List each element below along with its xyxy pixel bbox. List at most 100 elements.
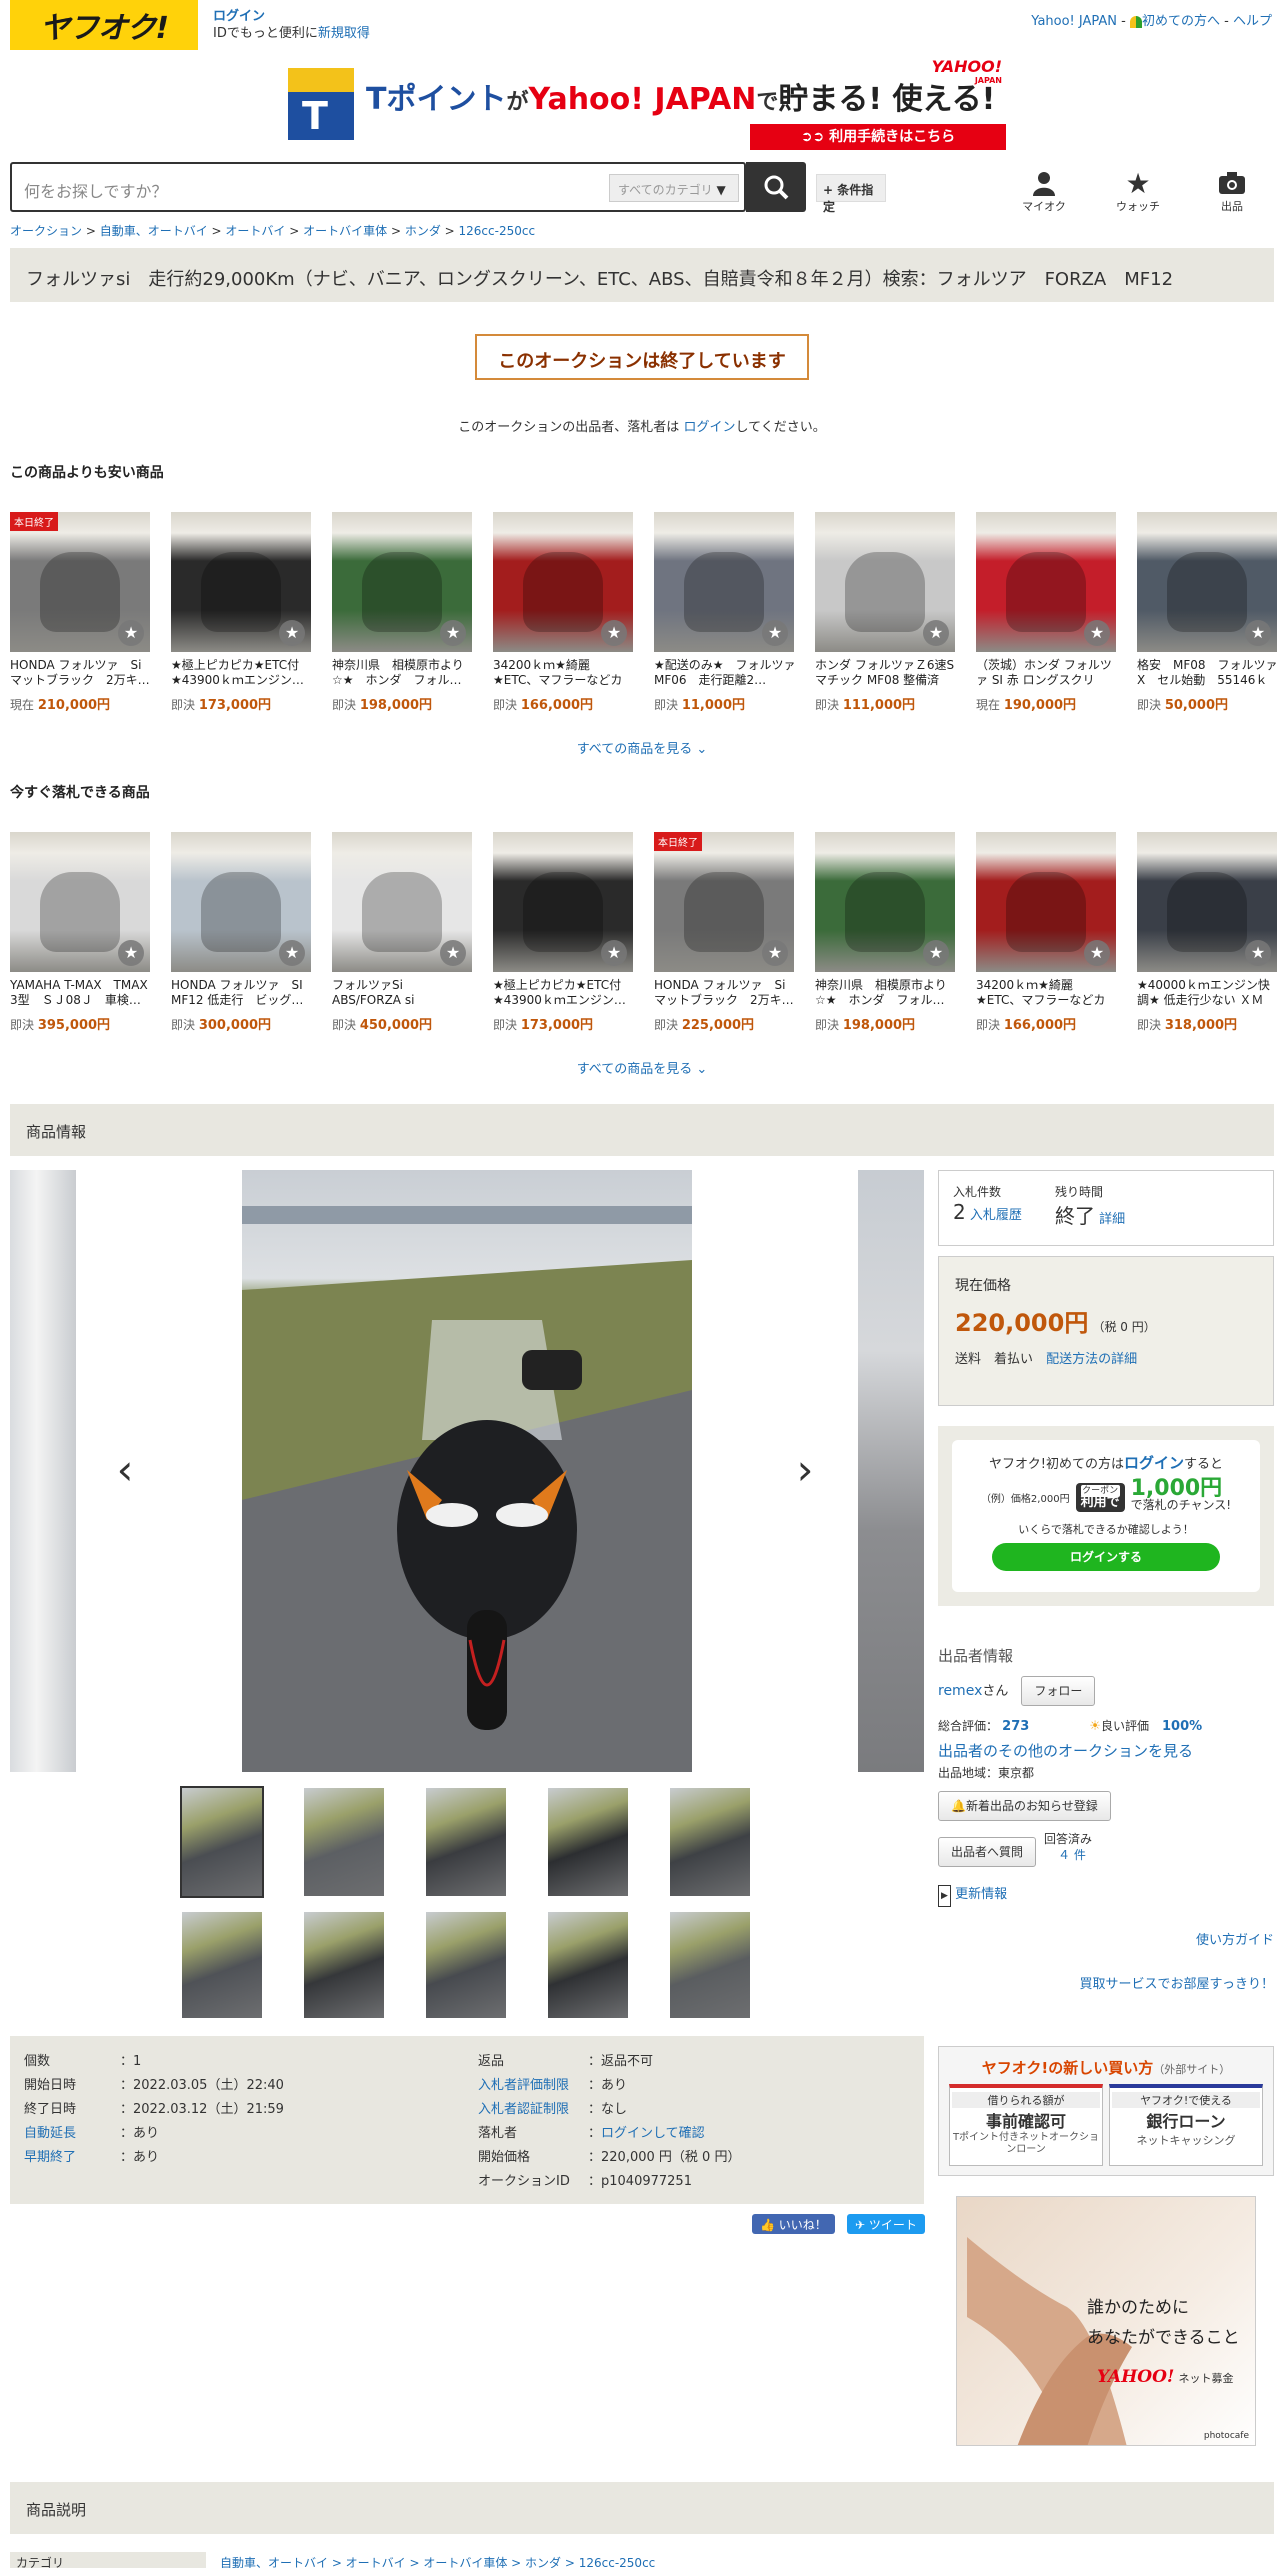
watch-star-icon[interactable]: ★ <box>923 940 949 966</box>
product-card[interactable]: ★ YAMAHA T-MAX TMAX 3型 ＳＪ08Ｊ 車検… 即決 395,00… <box>10 832 152 1033</box>
gallery-thumbnail[interactable] <box>180 1786 264 1898</box>
product-card[interactable]: ★ ★40000ｋｍエンジン快調★ 低走行少ない ＸＭＡ… 即決 318,000円 <box>1137 832 1279 1033</box>
product-card[interactable]: ★ （茨城）ホンダ フォルツァ SI 赤 ロングスクリー… 現在 190,000円 <box>976 512 1118 713</box>
buyback-link[interactable]: 買取サービスでお部屋すっきり！ <box>1080 1977 1274 1992</box>
product-image[interactable]: ★ <box>493 512 633 652</box>
breadcrumb-item[interactable]: オートバイ車体 <box>303 224 387 238</box>
category-row-link[interactable]: 自動車、オートバイ > オートバイ > オートバイ車体 > ホンダ > 126c… <box>220 2554 655 2568</box>
search-input[interactable]: 何をお探しですか？ <box>24 178 168 202</box>
product-name[interactable]: ★配送のみ★ フォルツァ MF06 走行距離2… <box>654 658 796 688</box>
prev-image-peek[interactable] <box>10 1170 76 1772</box>
watch-star-icon[interactable]: ★ <box>601 940 627 966</box>
answered-count-link[interactable]: ４ 件 <box>1044 1848 1086 1862</box>
product-image[interactable]: ★ <box>1137 832 1277 972</box>
new-listing-notify-button[interactable]: 🔔新着出品のお知らせ登録 <box>938 1791 1111 1821</box>
next-arrow-icon[interactable]: › <box>790 1449 820 1491</box>
login-link[interactable]: ログイン <box>213 9 265 24</box>
watch-star-icon[interactable]: ★ <box>1084 940 1110 966</box>
product-image[interactable]: ★ <box>171 832 311 972</box>
update-info-link[interactable]: 更新情報 <box>955 1887 1007 1902</box>
register-link[interactable]: 新規取得 <box>318 26 370 41</box>
product-image[interactable]: ★ <box>815 832 955 972</box>
sell-button[interactable]: 出品 <box>1202 168 1262 214</box>
product-card[interactable]: ★ 34200ｋｍ★綺麗★ETC、マフラーなどカス… 即決 166,000円 <box>493 512 635 713</box>
product-name[interactable]: 34200ｋｍ★綺麗★ETC、マフラーなどカス… <box>493 658 635 688</box>
product-image[interactable]: 本日終了 ★ <box>654 832 794 972</box>
detail-key-link[interactable]: 早期終了 <box>24 2150 76 2165</box>
product-image[interactable]: ★ <box>332 832 472 972</box>
gallery-thumbnail[interactable] <box>670 1788 750 1896</box>
product-card[interactable]: ★ 34200ｋｍ★綺麗★ETC、マフラーなどカス… 即決 166,000円 <box>976 832 1118 1033</box>
product-name[interactable]: ★極上ピカピカ★ETC付★43900ｋｍエンジン… <box>493 978 635 1008</box>
product-image[interactable]: ★ <box>10 832 150 972</box>
search-button[interactable] <box>746 162 806 212</box>
help-link[interactable]: ヘルプ <box>1233 14 1272 29</box>
myauction-button[interactable]: マイオク <box>1014 168 1074 214</box>
banner-cta-button[interactable]: ➲➲ 利用手続きはこちら <box>750 124 1006 150</box>
product-image[interactable]: 本日終了 ★ <box>10 512 150 652</box>
gallery-thumbnail[interactable] <box>670 1912 750 2018</box>
loan-card-2[interactable]: ヤフオク!で使える 銀行ローン ネットキャッシング <box>1109 2084 1263 2166</box>
watch-star-icon[interactable]: ★ <box>923 620 949 646</box>
watch-star-icon[interactable]: ★ <box>279 940 305 966</box>
product-card[interactable]: ★ HONDA フォルツァ SI MF12 低走行 ビッグ… 即決 300,000円 <box>171 832 313 1033</box>
product-card[interactable]: ★ ホンダ フォルツァＺ6速Sマチック MF08 整備済 即決 111,000円 <box>815 512 957 713</box>
product-card[interactable]: ★ フォルツァSi ABS/FORZA si ABS/MF12/走行388k… 即決… <box>332 832 474 1033</box>
watch-star-icon[interactable]: ★ <box>1245 940 1271 966</box>
coupon-login-link[interactable]: ログイン <box>1124 1454 1184 1472</box>
product-name[interactable]: ホンダ フォルツァＺ6速Sマチック MF08 整備済 <box>815 658 957 688</box>
product-name[interactable]: （茨城）ホンダ フォルツァ SI 赤 ロングスクリー… <box>976 658 1118 688</box>
end-note-login-link[interactable]: ログイン <box>683 420 735 435</box>
donation-ad[interactable]: 誰かのために あなたができること YAHOO! ネット募金 photocafe <box>956 2196 1256 2446</box>
breadcrumb-item[interactable]: 自動車、オートバイ <box>100 224 208 238</box>
product-name[interactable]: 神奈川県 相模原市より☆★ ホンダ フォル… <box>332 658 474 688</box>
product-name[interactable]: 神奈川県 相模原市より☆★ ホンダ フォル… <box>815 978 957 1008</box>
seller-name-link[interactable]: remex <box>938 1683 982 1699</box>
watch-button[interactable]: ★ ウォッチ <box>1108 167 1168 214</box>
watch-star-icon[interactable]: ★ <box>762 620 788 646</box>
product-name[interactable]: HONDA フォルツァ SI MF12 低走行 ビッグ… <box>171 978 313 1008</box>
product-name[interactable]: HONDA フォルツァ Si マットブラック 2万キ… <box>10 658 152 688</box>
time-detail-link[interactable]: 詳細 <box>1099 1212 1125 1227</box>
product-image[interactable]: ★ <box>171 512 311 652</box>
product-name[interactable]: フォルツァSi ABS/FORZA si ABS/MF12/走行388k… <box>332 978 474 1008</box>
breadcrumb-item[interactable]: オートバイ <box>225 224 285 238</box>
product-card[interactable]: 本日終了 ★ HONDA フォルツァ Si マットブラック 2万キ… 現在 210,0… <box>10 512 152 713</box>
product-name[interactable]: ★極上ピカピカ★ETC付★43900ｋｍエンジン… <box>171 658 313 688</box>
gallery-thumbnail[interactable] <box>548 1788 628 1896</box>
watch-star-icon[interactable]: ★ <box>440 940 466 966</box>
product-card[interactable]: ★ ★極上ピカピカ★ETC付★43900ｋｍエンジン… 即決 173,000円 <box>171 512 313 713</box>
watch-star-icon[interactable]: ★ <box>1084 620 1110 646</box>
product-card[interactable]: ★ ★極上ピカピカ★ETC付★43900ｋｍエンジン… 即決 173,000円 <box>493 832 635 1033</box>
rating-link[interactable]: 273 <box>1002 1719 1029 1734</box>
product-image[interactable]: ★ <box>976 512 1116 652</box>
watch-star-icon[interactable]: ★ <box>118 940 144 966</box>
guide-link[interactable]: 使い方ガイド <box>1196 1933 1274 1948</box>
watch-star-icon[interactable]: ★ <box>118 620 144 646</box>
product-name[interactable]: HONDA フォルツァ Si マットブラック 2万キ… <box>654 978 796 1008</box>
coupon-login-button[interactable]: ログインする <box>992 1543 1220 1571</box>
product-card[interactable]: ★ 神奈川県 相模原市より☆★ ホンダ フォル… 即決 198,000円 <box>332 512 474 713</box>
detail-key-link[interactable]: 入札者評価制限 <box>478 2078 569 2093</box>
product-name[interactable]: YAMAHA T-MAX TMAX 3型 ＳＪ08Ｊ 車検… <box>10 978 152 1008</box>
gallery-thumbnail[interactable] <box>426 1788 506 1896</box>
gallery-thumbnail[interactable] <box>304 1912 384 2018</box>
prev-arrow-icon[interactable]: ‹ <box>110 1449 140 1491</box>
detail-key-link[interactable]: 入札者認証制限 <box>478 2102 569 2117</box>
product-image[interactable]: ★ <box>1137 512 1277 652</box>
cheaper-see-all-link[interactable]: すべての商品を見る ⌄ <box>0 738 1284 757</box>
detail-value-link[interactable]: ログインして確認 <box>601 2126 705 2141</box>
gallery-thumbnail[interactable] <box>548 1912 628 2018</box>
yahuoku-logo[interactable]: ヤフオク! <box>10 0 198 50</box>
gallery-thumbnail[interactable] <box>182 1912 262 2018</box>
next-image-peek[interactable] <box>858 1170 924 1772</box>
condition-button[interactable]: + 条件指定 <box>816 174 886 214</box>
tweet-button[interactable]: ✈ ツイート <box>846 2214 925 2234</box>
breadcrumb-item[interactable]: オークション <box>10 224 82 238</box>
buynow-see-all-link[interactable]: すべての商品を見る ⌄ <box>0 1058 1284 1077</box>
product-image[interactable]: ★ <box>815 512 955 652</box>
yahoo-japan-link[interactable]: Yahoo! JAPAN <box>1031 14 1117 29</box>
beginner-link[interactable]: 初めての方へ <box>1142 14 1220 29</box>
product-card[interactable]: ★ ★配送のみ★ フォルツァ MF06 走行距離2… 即決 11,000円 <box>654 512 796 713</box>
detail-key-link[interactable]: 自動延長 <box>24 2126 76 2141</box>
